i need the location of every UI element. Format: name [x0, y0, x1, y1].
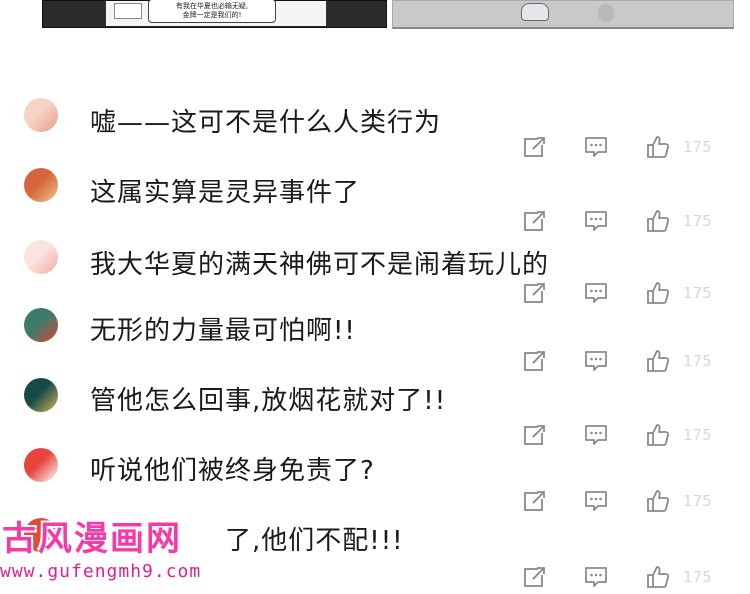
share-icon[interactable]	[522, 280, 550, 306]
like-count: 175	[683, 212, 712, 230]
avatar[interactable]	[24, 240, 58, 274]
comment-item: 嘘——这可不是什么人类行为 175	[0, 98, 750, 168]
comment-text: 管他怎么回事,放烟花就对了!!	[90, 386, 447, 416]
thumbs-up-icon[interactable]	[645, 348, 673, 374]
comment-actions: 175	[520, 134, 750, 162]
like-count: 175	[683, 284, 712, 302]
comment-item: 管他怎么回事,放烟花就对了!! 175	[0, 378, 750, 448]
share-icon[interactable]	[522, 348, 550, 374]
like-count: 175	[683, 138, 712, 156]
watermark: 古风漫画网 www.gufengmh9.com	[0, 505, 215, 586]
comment-text: 无形的力量最可怕啊!!	[90, 316, 356, 346]
thumbs-up-icon[interactable]	[645, 422, 673, 448]
like-count: 175	[683, 492, 712, 510]
comment-icon[interactable]	[583, 280, 611, 306]
watermark-title: 古风漫画网	[2, 519, 182, 559]
comment-actions: 175	[520, 348, 750, 376]
comment-icon[interactable]	[583, 348, 611, 374]
comment-text: 我大华夏的满天神佛可不是闹着玩儿的	[90, 250, 550, 280]
comment-text: 听说他们被终身免责了?	[90, 456, 375, 486]
avatar[interactable]	[24, 98, 58, 132]
thumbs-up-icon[interactable]	[645, 280, 673, 306]
thumbs-up-icon[interactable]	[645, 134, 673, 160]
share-icon[interactable]	[522, 134, 550, 160]
comment-item: 我大华夏的满天神佛可不是闹着玩儿的 175	[0, 240, 750, 310]
thumbs-up-icon[interactable]	[645, 208, 673, 234]
comment-list: 嘘——这可不是什么人类行为 175 这属实算是灵异事件了 175 我大华夏的满天神佛可不…	[0, 0, 750, 588]
share-icon[interactable]	[522, 208, 550, 234]
avatar[interactable]	[24, 378, 58, 412]
thumbs-up-icon[interactable]	[645, 488, 673, 514]
comment-text: 嘘——这可不是什么人类行为	[90, 108, 442, 138]
comment-actions: 175	[520, 564, 750, 592]
comment-actions: 175	[520, 208, 750, 236]
share-icon[interactable]	[522, 564, 550, 590]
comment-actions: 175	[520, 488, 750, 516]
comment-icon[interactable]	[583, 564, 611, 590]
like-count: 175	[683, 568, 712, 586]
avatar[interactable]	[24, 308, 58, 342]
comment-item: 无形的力量最可怕啊!! 175	[0, 308, 750, 378]
comment-actions: 175	[520, 280, 750, 308]
thumbs-up-icon[interactable]	[645, 564, 673, 590]
share-icon[interactable]	[522, 488, 550, 514]
comment-icon[interactable]	[583, 422, 611, 448]
comment-text: 了,他们不配!!!	[225, 526, 404, 556]
comment-item: 这属实算是灵异事件了 175	[0, 168, 750, 238]
comment-icon[interactable]	[583, 488, 611, 514]
avatar[interactable]	[24, 448, 58, 482]
share-icon[interactable]	[522, 422, 550, 448]
comment-actions: 175	[520, 422, 750, 450]
avatar[interactable]	[24, 168, 58, 202]
comment-text: 这属实算是灵异事件了	[90, 178, 361, 208]
like-count: 175	[683, 352, 712, 370]
watermark-url: www.gufengmh9.com	[0, 561, 202, 582]
comment-icon[interactable]	[583, 208, 611, 234]
like-count: 175	[683, 426, 712, 444]
comment-icon[interactable]	[583, 134, 611, 160]
